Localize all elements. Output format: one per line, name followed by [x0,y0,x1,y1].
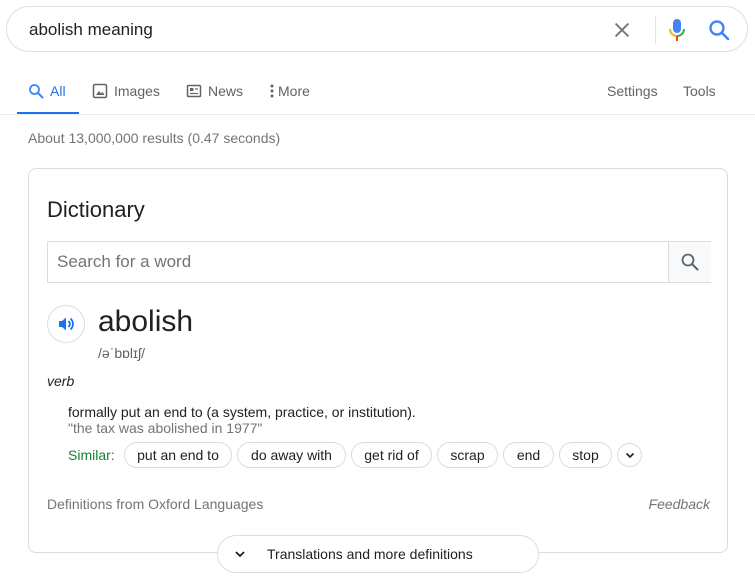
result-stats: About 13,000,000 results (0.47 seconds) [28,130,281,146]
similar-chip[interactable]: end [503,442,554,468]
search-tabs: All Images News More Settings Tools [0,80,755,116]
feedback-link[interactable]: Feedback [649,496,710,512]
search-icon [681,253,699,271]
similar-chip[interactable]: stop [559,442,612,468]
similar-chip[interactable]: scrap [437,442,498,468]
tab-more[interactable]: More [268,80,310,102]
similar-chip[interactable]: do away with [237,442,346,468]
tab-images[interactable]: Images [92,80,160,102]
close-icon[interactable] [611,19,633,41]
similar-chip[interactable]: put an end to [124,442,232,468]
tab-images-label: Images [114,83,160,99]
phonetic: /əˈbɒlɪʃ/ [98,345,146,361]
similar-label: Similar: [68,447,115,463]
divider [655,16,656,44]
word-search-box [47,241,711,283]
example-sentence: "the tax was abolished in 1977" [68,420,263,436]
tab-tools[interactable]: Tools [683,80,716,102]
search-icon[interactable] [707,18,731,42]
word-search-input[interactable] [48,242,668,282]
settings-label: Settings [607,83,658,99]
image-icon [92,83,108,99]
speaker-icon [59,317,74,331]
tab-news-label: News [208,83,244,99]
chevron-down-icon [235,551,245,558]
expand-similar-button[interactable] [617,443,642,467]
search-box[interactable]: abolish meaning [6,6,748,52]
search-icon [29,84,44,99]
tab-all[interactable]: All [28,80,66,102]
news-icon [186,84,202,98]
pronounce-button[interactable] [47,305,85,343]
similar-chip[interactable]: get rid of [351,442,432,468]
chevron-down-icon [625,452,634,459]
card-title: Dictionary [47,197,145,222]
tab-more-label: More [278,83,310,99]
dictionary-card: Dictionary abolish /əˈbɒlɪʃ/ verb formal… [28,168,728,553]
source-attribution: Definitions from Oxford Languages [47,496,264,512]
definition: formally put an end to (a system, practi… [68,404,416,420]
search-query[interactable]: abolish meaning [29,20,153,40]
tab-all-label: All [50,83,66,99]
tabs-divider [0,114,755,115]
tab-news[interactable]: News [186,80,243,102]
mic-icon[interactable] [667,17,687,43]
headword: abolish [98,305,194,338]
more-definitions-button[interactable]: Translations and more definitions [217,535,539,573]
more-definitions-label: Translations and more definitions [267,546,473,562]
word-search-button[interactable] [668,242,711,282]
tools-label: Tools [683,83,716,99]
part-of-speech: verb [47,373,75,389]
more-vert-icon [270,84,274,98]
tab-settings[interactable]: Settings [607,80,658,102]
